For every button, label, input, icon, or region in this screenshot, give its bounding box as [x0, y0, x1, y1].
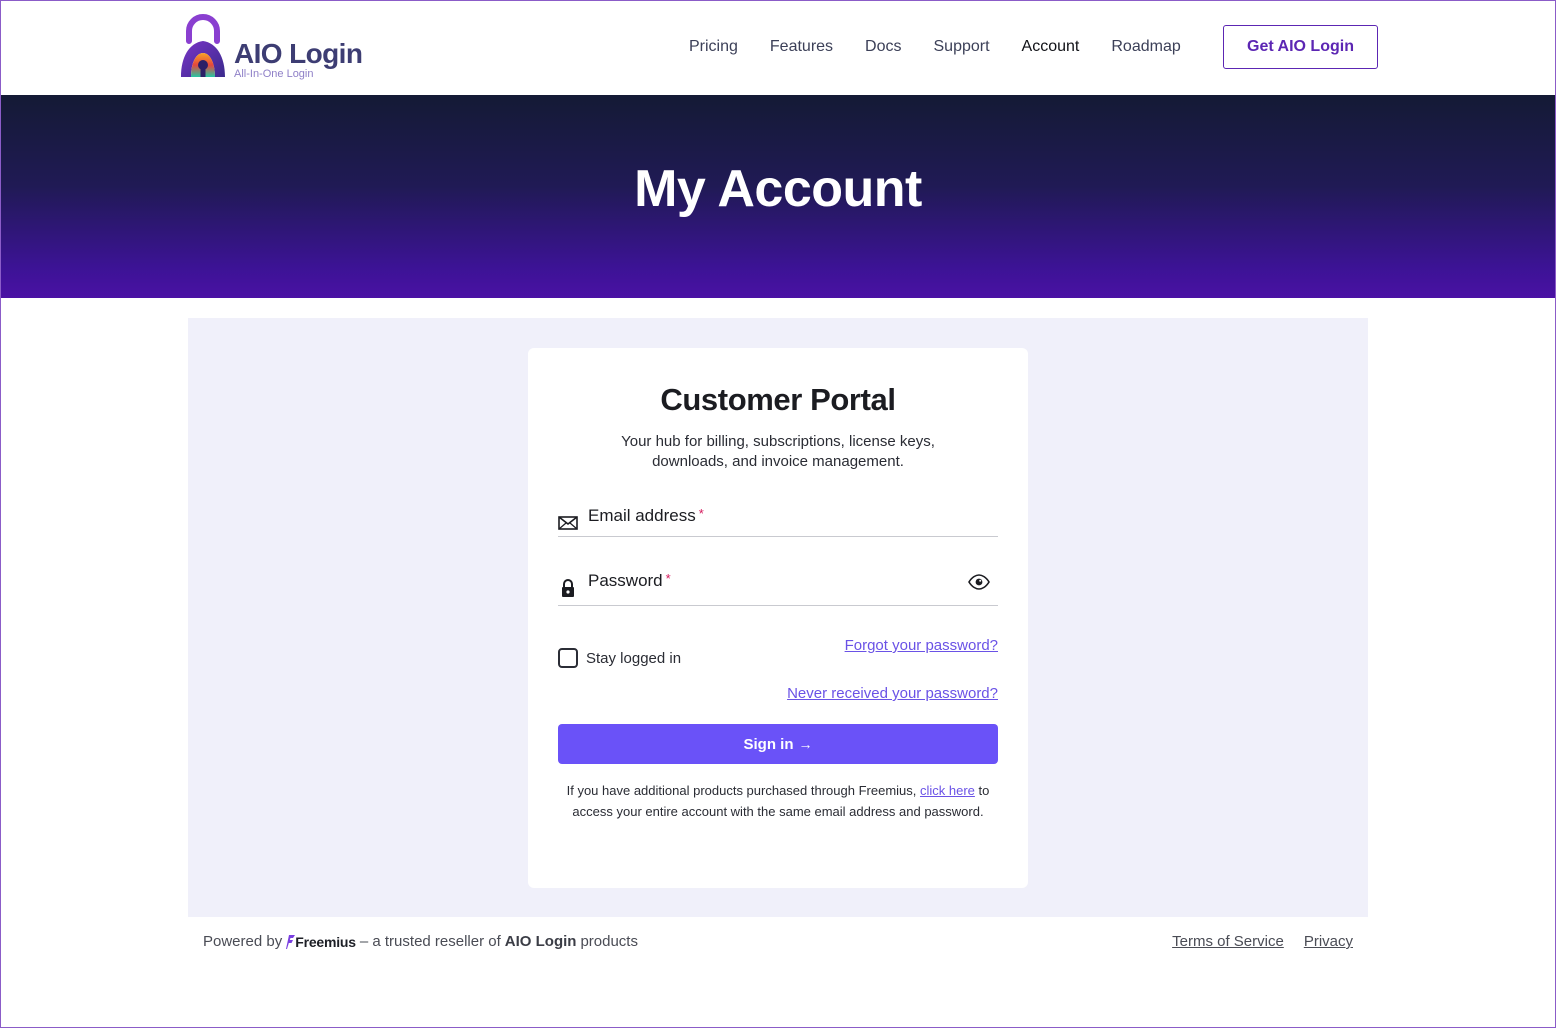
- padlock-logo-icon: [181, 14, 225, 77]
- products-suffix: products: [580, 933, 638, 950]
- nav-roadmap[interactable]: Roadmap: [1111, 38, 1180, 56]
- stay-logged-in-label: Stay logged in: [586, 649, 682, 667]
- password-field[interactable]: Password *: [558, 566, 998, 606]
- lock-icon: [562, 579, 574, 597]
- click-here-link[interactable]: click here: [920, 783, 975, 798]
- stay-logged-in-checkbox[interactable]: Stay logged in: [558, 648, 681, 668]
- powered-by: Powered by Freemius – a trusted reseller…: [203, 933, 638, 950]
- nav-pricing[interactable]: Pricing: [689, 38, 738, 56]
- card-title: Customer Portal: [660, 382, 896, 417]
- nav-support[interactable]: Support: [934, 38, 990, 56]
- checkbox-box[interactable]: [558, 648, 578, 668]
- product-name: AIO Login: [504, 933, 577, 950]
- main-nav: Pricing Features Docs Support Account Ro…: [673, 35, 1197, 59]
- get-aio-login-button[interactable]: Get AIO Login: [1223, 25, 1378, 69]
- hero-banner: My Account: [1, 95, 1555, 298]
- terms-of-service-link[interactable]: Terms of Service: [1172, 933, 1284, 950]
- footer-links: Terms of Service Privacy: [1152, 933, 1353, 950]
- brand-name: AIO Login: [234, 38, 363, 69]
- forgot-password-link[interactable]: Forgot your password?: [845, 637, 998, 654]
- nav-docs[interactable]: Docs: [865, 38, 901, 56]
- email-input[interactable]: [588, 503, 958, 536]
- freemius-name: Freemius: [295, 933, 356, 950]
- note-before: If you have additional products purchase…: [566, 783, 920, 798]
- page-title: My Account: [634, 160, 922, 218]
- never-received-password-link[interactable]: Never received your password?: [787, 685, 998, 702]
- freemius-logo[interactable]: Freemius: [286, 934, 356, 950]
- site-footer: Powered by Freemius – a trusted reseller…: [188, 917, 1368, 967]
- email-field[interactable]: Email address *: [558, 503, 998, 537]
- brand-tagline: All-In-One Login: [234, 68, 314, 80]
- nav-account[interactable]: Account: [1022, 38, 1080, 56]
- login-card: Customer Portal Your hub for billing, su…: [528, 348, 1028, 888]
- freemius-mark-icon: [286, 934, 296, 949]
- freemius-account-note: If you have additional products purchase…: [566, 780, 990, 822]
- site-header: AIO Login All-In-One Login Pricing Featu…: [1, 1, 1555, 95]
- sign-in-label: Sign in: [743, 735, 794, 753]
- content-panel: Customer Portal Your hub for billing, su…: [188, 318, 1368, 917]
- envelope-icon: [558, 516, 578, 530]
- nav-features[interactable]: Features: [770, 38, 833, 56]
- password-input[interactable]: [588, 566, 958, 605]
- page: AIO Login All-In-One Login Pricing Featu…: [0, 0, 1556, 1028]
- eye-icon[interactable]: [968, 574, 990, 590]
- privacy-link[interactable]: Privacy: [1304, 933, 1353, 950]
- powered-by-prefix: Powered by: [203, 933, 283, 950]
- sign-in-button[interactable]: Sign in →: [558, 724, 998, 764]
- arrow-right-icon: →: [798, 736, 813, 752]
- card-subtitle: Your hub for billing, subscriptions, lic…: [621, 433, 935, 470]
- brand-logo[interactable]: AIO Login All-In-One Login: [177, 13, 367, 83]
- reseller-text: – a trusted reseller of: [359, 933, 501, 950]
